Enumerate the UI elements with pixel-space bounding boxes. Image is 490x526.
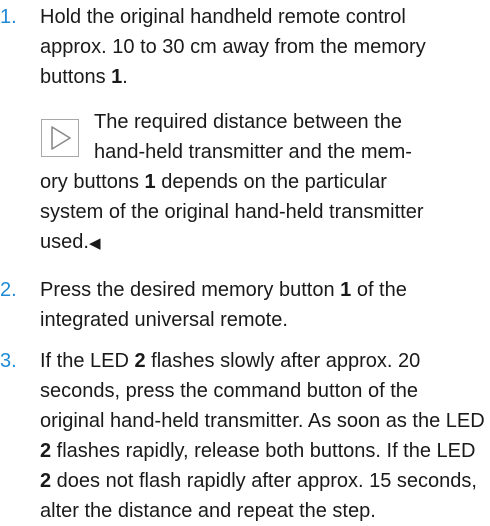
step-text: Hold the original handheld remote contro… [40,6,426,88]
step-number: 1. [0,6,17,28]
step-text: If the LED 2 flashes slowly after approx… [40,350,485,522]
led-ref: 2 [40,440,52,462]
led-ref: 2 [134,350,146,372]
memory-button-ref: 1 [111,66,123,88]
step-text: Press the desired memory button 1 of the… [40,279,407,331]
instruction-page: 1. Hold the original handheld remote con… [0,0,490,523]
end-mark-icon: ◀ [88,235,101,252]
led-ref: 2 [40,470,52,492]
step-number: 3. [0,350,17,372]
step-number: 2. [0,279,17,301]
memory-button-ref: 1 [340,279,352,301]
memory-button-ref: 1 [144,171,156,193]
note-text: The required distance between the hand-h… [40,111,424,253]
